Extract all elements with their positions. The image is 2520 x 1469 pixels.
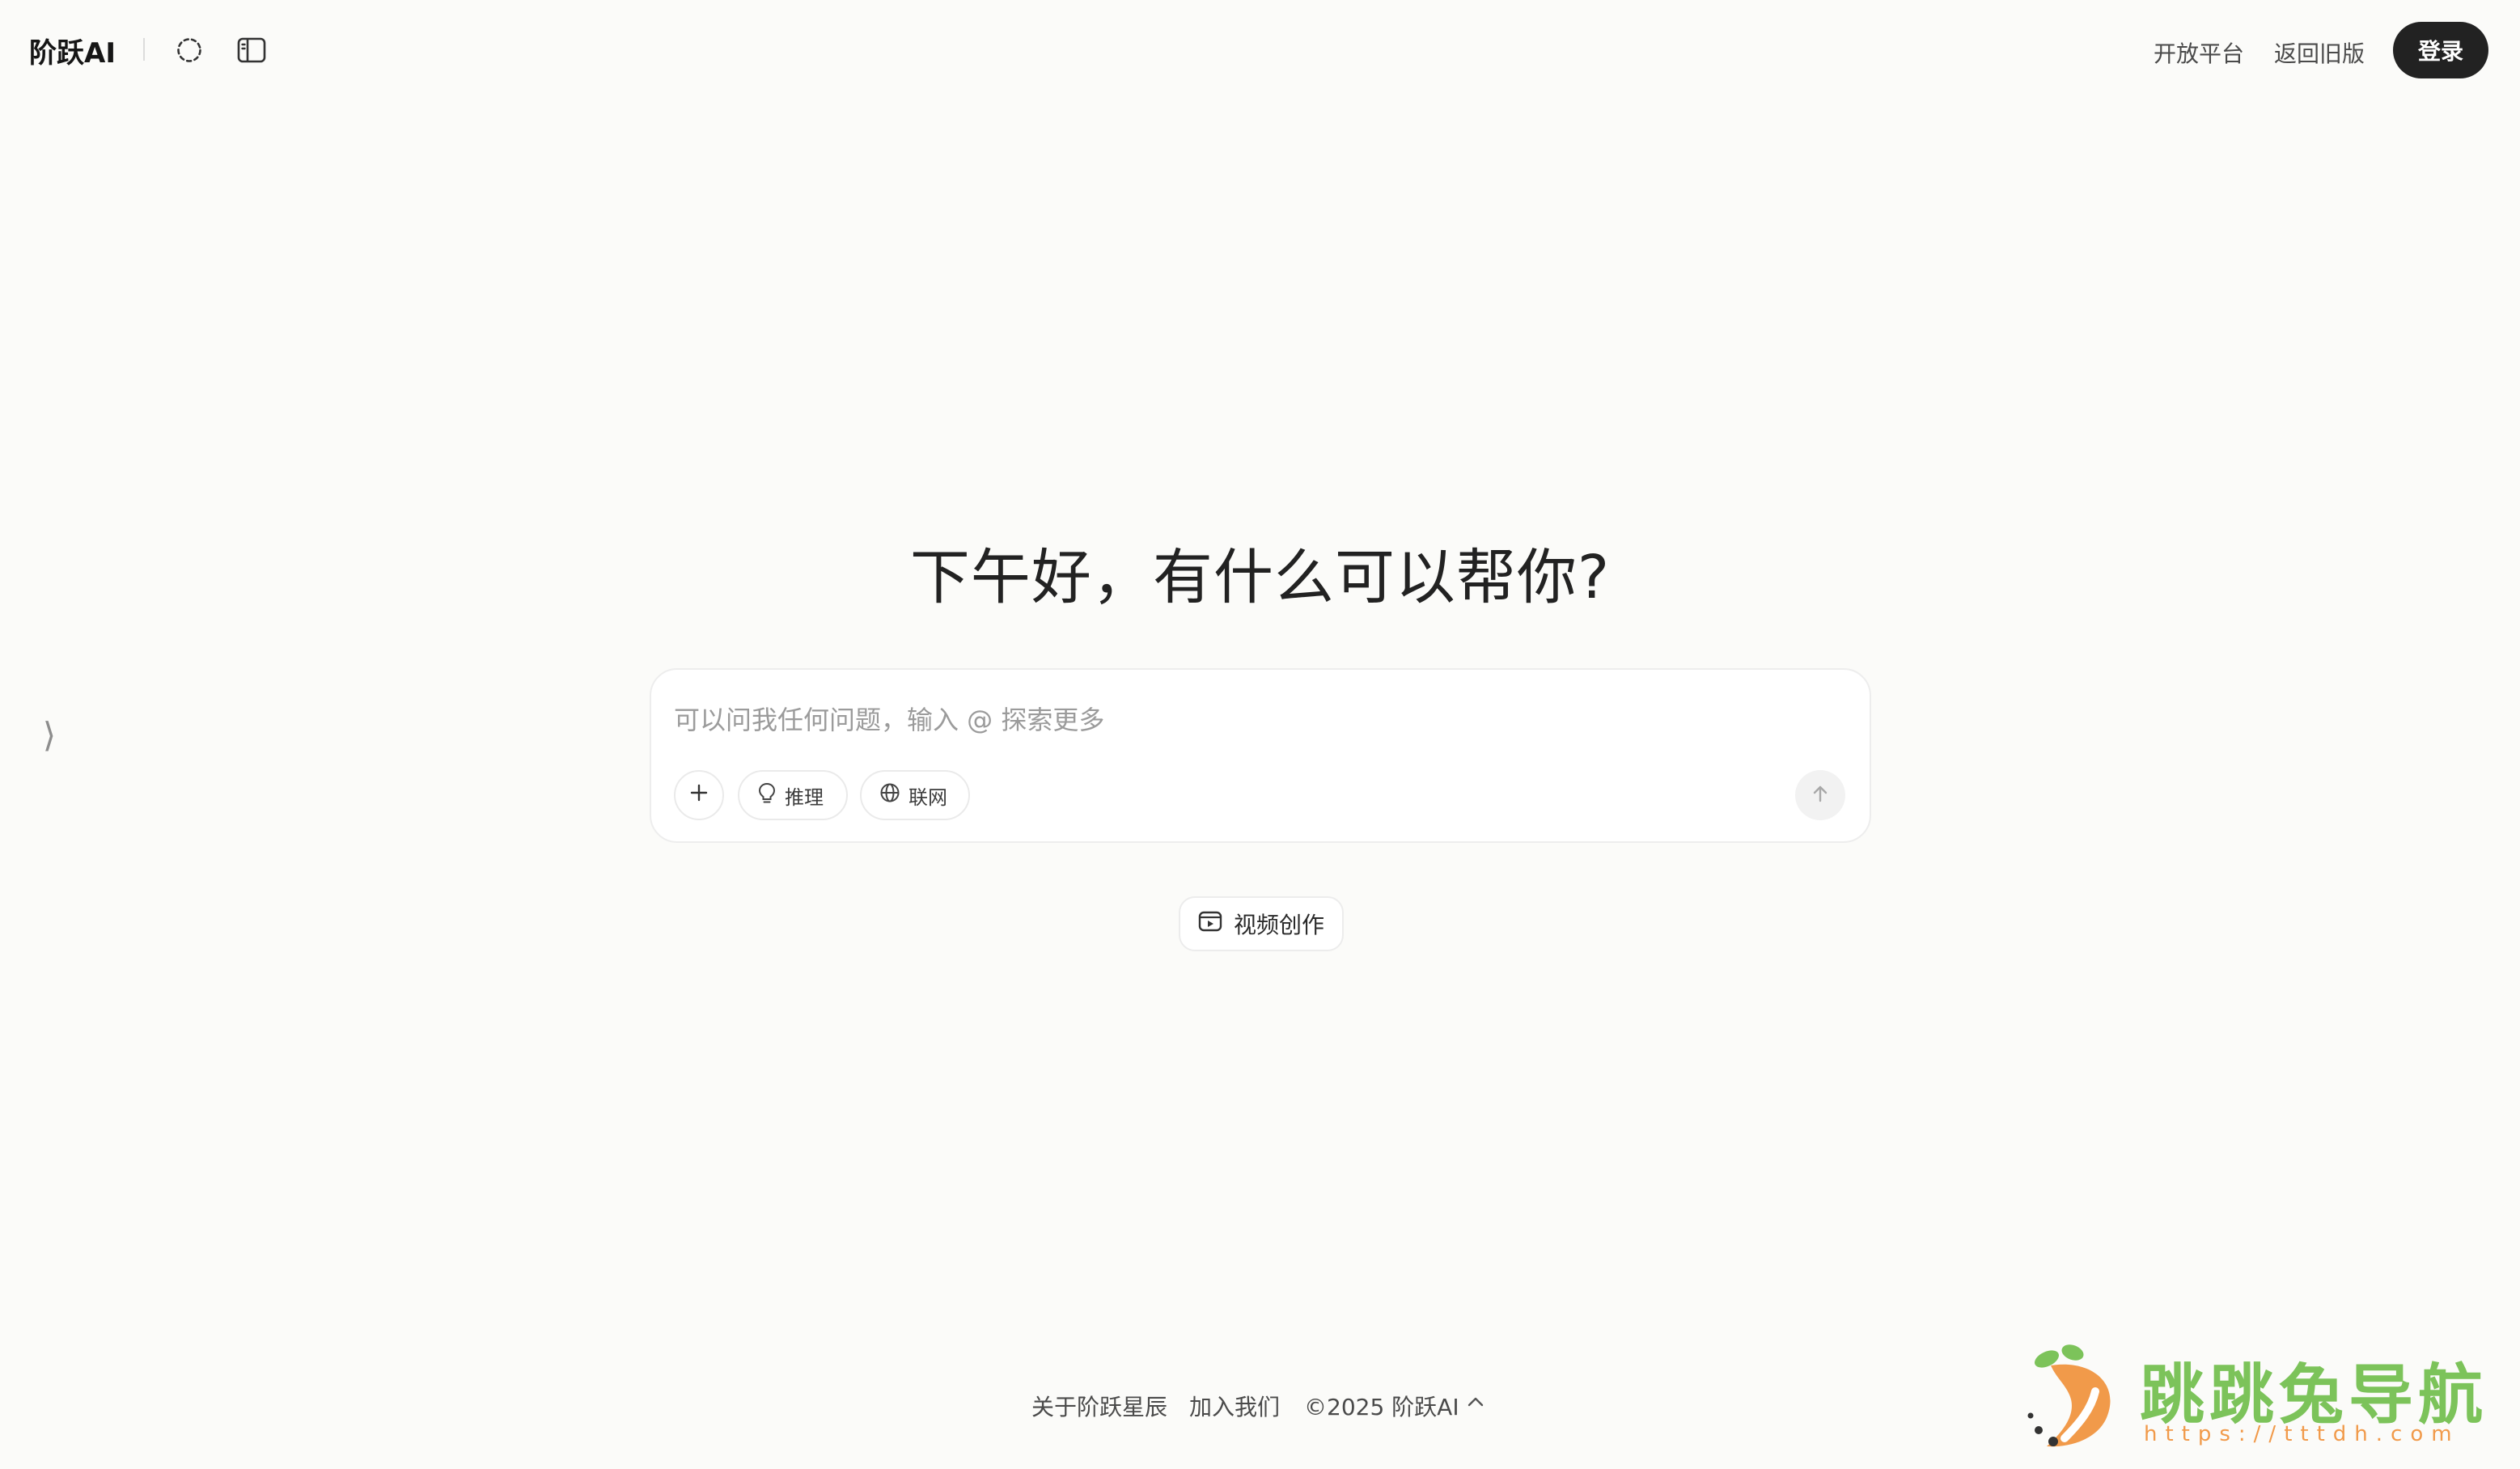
web-label: 联网: [908, 785, 947, 809]
watermark: 跳跳兔导航 https://tttdh.com: [2014, 1335, 2500, 1456]
video-creation-button[interactable]: 视频创作: [1179, 896, 1344, 951]
plus-icon: [689, 783, 709, 807]
reasoning-toggle-button[interactable]: 推理: [738, 770, 848, 820]
arrow-up-icon: [1811, 784, 1829, 806]
chat-composer: 推理 联网: [650, 668, 1871, 843]
about-link[interactable]: 关于阶跃星辰: [1031, 1390, 1167, 1422]
send-button[interactable]: [1795, 770, 1845, 820]
join-us-link[interactable]: 加入我们: [1189, 1390, 1280, 1422]
header-divider: [143, 38, 145, 61]
brand-logo[interactable]: 阶跃AI: [29, 31, 116, 70]
web-search-toggle-button[interactable]: 联网: [860, 770, 970, 820]
login-button[interactable]: 登录: [2393, 22, 2488, 78]
open-platform-link[interactable]: 开放平台: [2154, 36, 2244, 69]
rabbit-logo-icon: [2027, 1344, 2111, 1447]
add-attachment-button[interactable]: [674, 770, 724, 820]
globe-icon: [879, 782, 900, 808]
copyright-text: ©2025 阶跃AI: [1304, 1394, 1459, 1420]
chat-input[interactable]: [674, 701, 1790, 739]
lightbulb-icon: [757, 781, 777, 809]
loading-spinner-icon[interactable]: [172, 32, 207, 68]
top-bar: 阶跃AI 开放平台 返回旧版 登录: [0, 0, 2520, 100]
back-to-old-version-link[interactable]: 返回旧版: [2274, 36, 2365, 69]
greeting-heading: 下午好，有什么可以帮你?: [909, 543, 1611, 612]
video-creation-label: 视频创作: [1233, 912, 1324, 938]
sidebar-expand-arrow[interactable]: ⟩: [31, 709, 68, 760]
sidebar-panel-icon[interactable]: [234, 32, 269, 68]
watermark-url: https://tttdh.com: [2144, 1422, 2460, 1446]
video-icon: [1198, 910, 1222, 938]
reasoning-label: 推理: [785, 785, 824, 809]
chevron-up-icon[interactable]: [1465, 1391, 1486, 1412]
